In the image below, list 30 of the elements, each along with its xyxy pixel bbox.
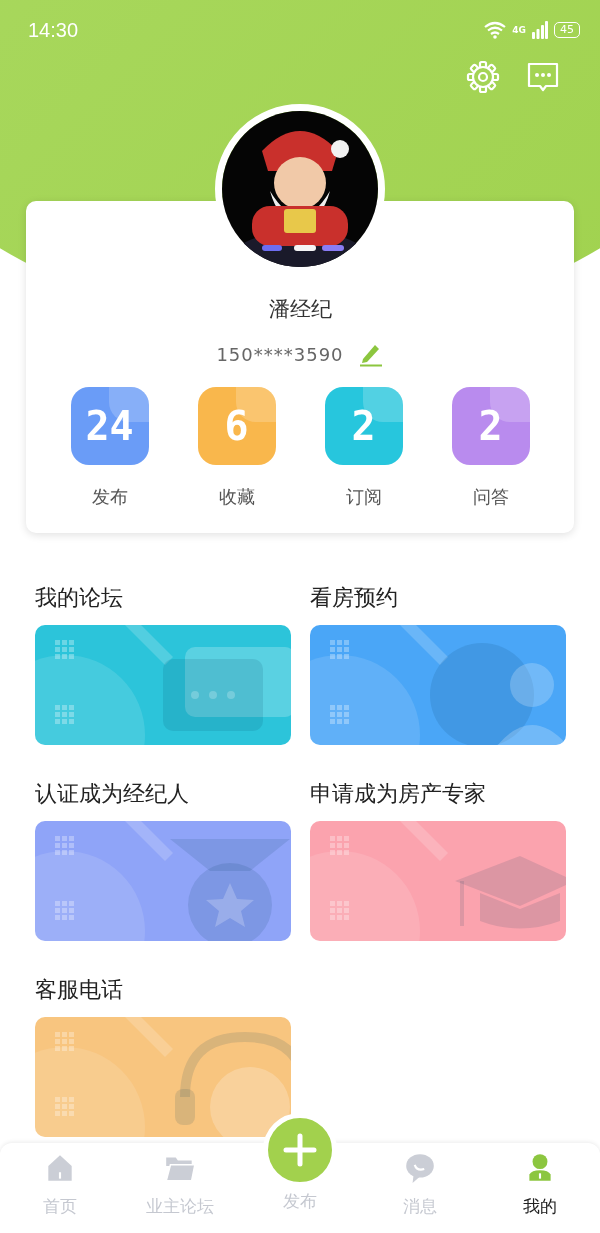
- nav-tab[interactable]: 业主论坛: [120, 1143, 240, 1233]
- signal-icon: [532, 21, 548, 39]
- service-banner[interactable]: [310, 625, 566, 745]
- stat-label: 订阅: [345, 485, 382, 509]
- battery-level: 45: [554, 22, 580, 38]
- service-banner[interactable]: [35, 1017, 291, 1137]
- service-banner[interactable]: [35, 625, 291, 745]
- nav-tab[interactable]: 消息: [360, 1143, 480, 1233]
- wifi-icon: [484, 21, 507, 39]
- stat-label: 收藏: [218, 485, 255, 509]
- service-banner[interactable]: [310, 821, 566, 941]
- message-button[interactable]: [526, 60, 560, 94]
- section-title: 我的论坛: [35, 584, 124, 612]
- settings-button[interactable]: [466, 60, 500, 94]
- phone-number: 150****3590: [216, 343, 344, 365]
- publish-tab[interactable]: 发布: [240, 1113, 360, 1213]
- stat-label: 发布: [91, 485, 128, 509]
- nav-tab[interactable]: 首页: [0, 1143, 120, 1233]
- nav-tab[interactable]: 我的: [480, 1143, 600, 1233]
- network-label: 4G: [512, 25, 526, 35]
- status-time: 14:30: [28, 18, 79, 42]
- section-title: 看房预约: [310, 584, 399, 612]
- chat-icon: [403, 1151, 437, 1185]
- plus-icon: [282, 1132, 318, 1168]
- section-title: 客服电话: [35, 976, 124, 1004]
- stat-label: 问答: [472, 485, 509, 509]
- service-banner[interactable]: [35, 821, 291, 941]
- user-name: 潘经纪: [268, 296, 332, 323]
- section-title: 认证成为经纪人: [35, 780, 190, 808]
- section-title: 申请成为房产专家: [310, 780, 487, 808]
